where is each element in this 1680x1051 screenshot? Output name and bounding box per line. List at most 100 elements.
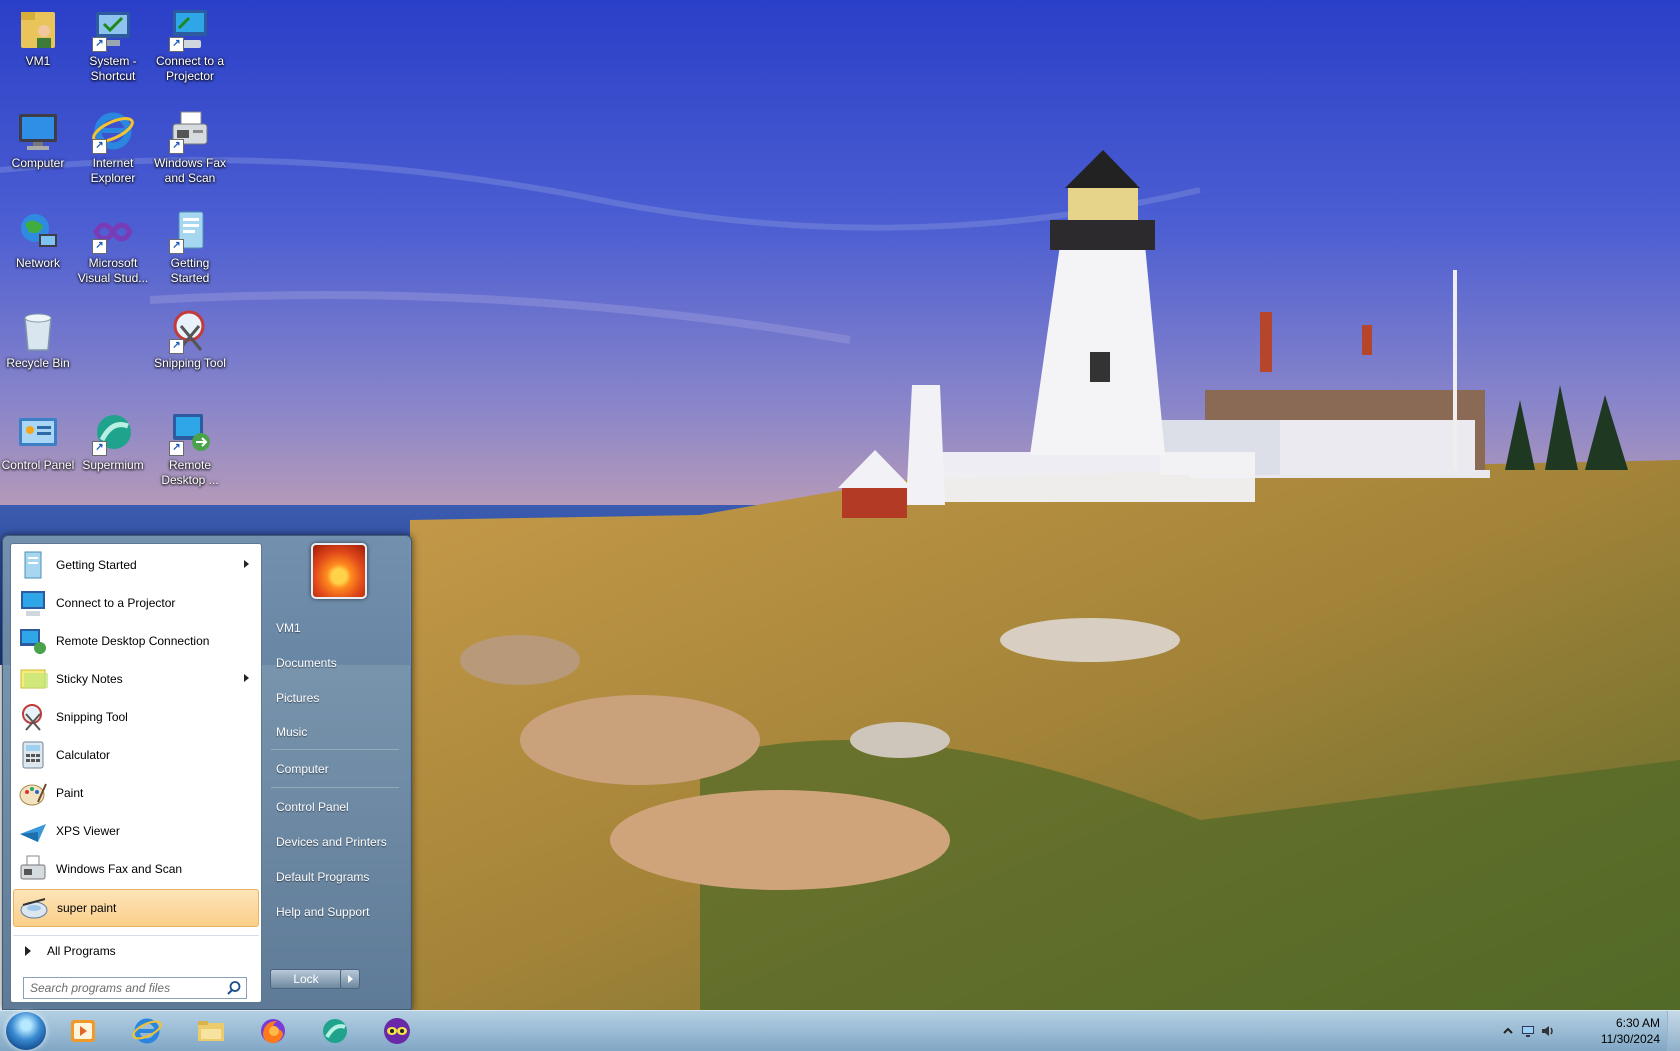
- program-item-windows-fax-and-scan[interactable]: Windows Fax and Scan: [13, 851, 259, 887]
- desktop-icon-label: Connect to a Projector: [155, 54, 225, 83]
- right-link-documents[interactable]: Documents: [276, 656, 337, 670]
- program-item-calculator[interactable]: Calculator: [13, 737, 259, 773]
- getting-started-icon: ↗: [167, 208, 213, 254]
- submenu-arrow-icon[interactable]: [244, 674, 249, 682]
- getting-started-icon: [18, 550, 48, 580]
- desktop-icon-supermium[interactable]: ↗ Supermium: [75, 410, 151, 473]
- desktop-icon-recycle-bin[interactable]: Recycle Bin: [0, 308, 76, 371]
- start-menu-programs-pane: Getting Started Connect to a Projector R…: [10, 543, 262, 1003]
- desktop-icon-internet-explorer[interactable]: ↗ Internet Explorer: [75, 108, 151, 186]
- shortcut-arrow-icon: ↗: [169, 441, 184, 456]
- program-item-snipping-tool[interactable]: Snipping Tool: [13, 699, 259, 735]
- right-link-default-programs[interactable]: Default Programs: [276, 870, 369, 884]
- desktop-icon-remote-desktop[interactable]: ↗ Remote Desktop ...: [152, 410, 228, 488]
- shortcut-arrow-icon: ↗: [92, 139, 107, 154]
- right-link-vm1[interactable]: VM1: [276, 621, 301, 635]
- clock-time[interactable]: 6:30 AM: [1616, 1016, 1660, 1030]
- program-item-connect-to-a-projector[interactable]: Connect to a Projector: [13, 585, 259, 621]
- desktop-icon-label: System - Shortcut: [89, 54, 137, 83]
- taskbar-spy-app[interactable]: [378, 1015, 416, 1047]
- taskbar: 6:30 AM 11/30/2024: [0, 1010, 1680, 1051]
- program-item-getting-started[interactable]: Getting Started: [13, 547, 259, 583]
- shortcut-arrow-icon: ↗: [169, 139, 184, 154]
- lock-button[interactable]: Lock: [270, 969, 342, 989]
- taskbar-supermium[interactable]: [316, 1015, 354, 1047]
- shortcut-arrow-icon: ↗: [169, 239, 184, 254]
- paint-icon: [18, 778, 48, 808]
- super-paint-icon: [19, 893, 49, 923]
- internet-explorer-icon: ↗: [90, 108, 136, 154]
- desktop-icon-label: Recycle Bin: [6, 356, 70, 370]
- separator: [271, 749, 399, 750]
- program-item-label: super paint: [57, 901, 117, 915]
- taskbar-internet-explorer[interactable]: [128, 1015, 166, 1047]
- desktop-icon-vm1[interactable]: VM1: [0, 6, 76, 69]
- right-link-computer[interactable]: Computer: [276, 762, 329, 776]
- xps-viewer-icon: [18, 816, 48, 846]
- search-icon[interactable]: [226, 980, 242, 996]
- user-picture-flower-icon[interactable]: [311, 543, 367, 599]
- right-link-pictures[interactable]: Pictures: [276, 691, 319, 705]
- program-item-xps-viewer[interactable]: XPS Viewer: [13, 813, 259, 849]
- supermium-icon: [323, 1019, 347, 1043]
- right-link-devices-and-printers[interactable]: Devices and Printers: [276, 835, 387, 849]
- desktop-icon-snipping-tool[interactable]: ↗ Snipping Tool: [152, 308, 228, 371]
- firefox-icon: [261, 1019, 285, 1044]
- program-item-label: Sticky Notes: [56, 672, 123, 686]
- program-item-sticky-notes[interactable]: Sticky Notes: [13, 661, 259, 697]
- spy-app-icon: [384, 1018, 410, 1044]
- desktop-icon-label: Remote Desktop ...: [161, 458, 219, 487]
- desktop-icon-connect-to-a-projector[interactable]: ↗ Connect to a Projector: [152, 6, 228, 84]
- right-link-control-panel[interactable]: Control Panel: [276, 800, 349, 814]
- desktop-icon-computer[interactable]: Computer: [0, 108, 76, 171]
- show-desktop-button[interactable]: [1667, 1011, 1680, 1051]
- taskbar-firefox[interactable]: [254, 1015, 292, 1047]
- snipping-tool-icon: [18, 702, 48, 732]
- program-item-label: Remote Desktop Connection: [56, 634, 210, 648]
- program-item-label: Getting Started: [56, 558, 137, 572]
- desktop-icon-label: Snipping Tool: [154, 356, 226, 370]
- shortcut-arrow-icon: ↗: [169, 339, 184, 354]
- all-programs-label: All Programs: [47, 944, 116, 958]
- submenu-arrow-icon[interactable]: [244, 560, 249, 568]
- expand-arrow-icon: [25, 946, 31, 956]
- media-player-icon: [71, 1020, 95, 1042]
- program-item-paint[interactable]: Paint: [13, 775, 259, 811]
- clock-date[interactable]: 11/30/2024: [1601, 1032, 1660, 1046]
- network-status-icon[interactable]: [1520, 1023, 1536, 1039]
- program-item-label: XPS Viewer: [56, 824, 120, 838]
- desktop-icon-control-panel[interactable]: Control Panel: [0, 410, 76, 473]
- shortcut-arrow-icon: ↗: [92, 441, 107, 456]
- desktop-icon-getting-started[interactable]: ↗ Getting Started: [152, 208, 228, 286]
- desktop-icon-label: Network: [15, 256, 60, 270]
- program-item-label: Snipping Tool: [56, 710, 128, 724]
- desktop-icon-windows-fax-and-scan[interactable]: ↗ Windows Fax and Scan: [152, 108, 228, 186]
- shutdown-options-button[interactable]: [340, 969, 360, 989]
- taskbar-file-explorer[interactable]: [192, 1015, 230, 1047]
- program-item-super-paint[interactable]: super paint: [13, 889, 259, 927]
- desktop-icon-label: Supermium: [82, 458, 144, 472]
- program-item-remote-desktop-connection[interactable]: Remote Desktop Connection: [13, 623, 259, 659]
- search-input[interactable]: [24, 980, 226, 996]
- separator: [271, 787, 399, 788]
- network-icon: [15, 208, 61, 254]
- shortcut-arrow-icon: ↗: [169, 37, 184, 52]
- projector-icon: [18, 588, 48, 618]
- desktop-icon-system-shortcut[interactable]: ↗ System - Shortcut: [75, 6, 151, 84]
- remote-desktop-icon: [18, 626, 48, 656]
- desktop-icon-microsoft-visual-studio[interactable]: ↗ Microsoft Visual Stud...: [75, 208, 151, 286]
- program-item-label: Calculator: [56, 748, 111, 762]
- volume-speaker-icon[interactable]: [1540, 1023, 1556, 1039]
- desktop-icon-network[interactable]: Network: [0, 208, 76, 271]
- file-explorer-icon: [198, 1021, 224, 1041]
- start-button-windows-icon[interactable]: [6, 1012, 46, 1050]
- all-programs-button[interactable]: All Programs: [13, 935, 259, 966]
- fax-icon: ↗: [167, 108, 213, 154]
- show-hidden-icons-chevron-up-icon[interactable]: [1500, 1023, 1516, 1039]
- snipping-tool-icon: ↗: [167, 308, 213, 354]
- start-search-box[interactable]: [23, 977, 247, 999]
- right-link-music[interactable]: Music: [276, 725, 307, 739]
- taskbar-media-player[interactable]: [64, 1015, 102, 1047]
- right-link-help-and-support[interactable]: Help and Support: [276, 905, 369, 919]
- desktop-icon-label: Windows Fax and Scan: [153, 156, 227, 185]
